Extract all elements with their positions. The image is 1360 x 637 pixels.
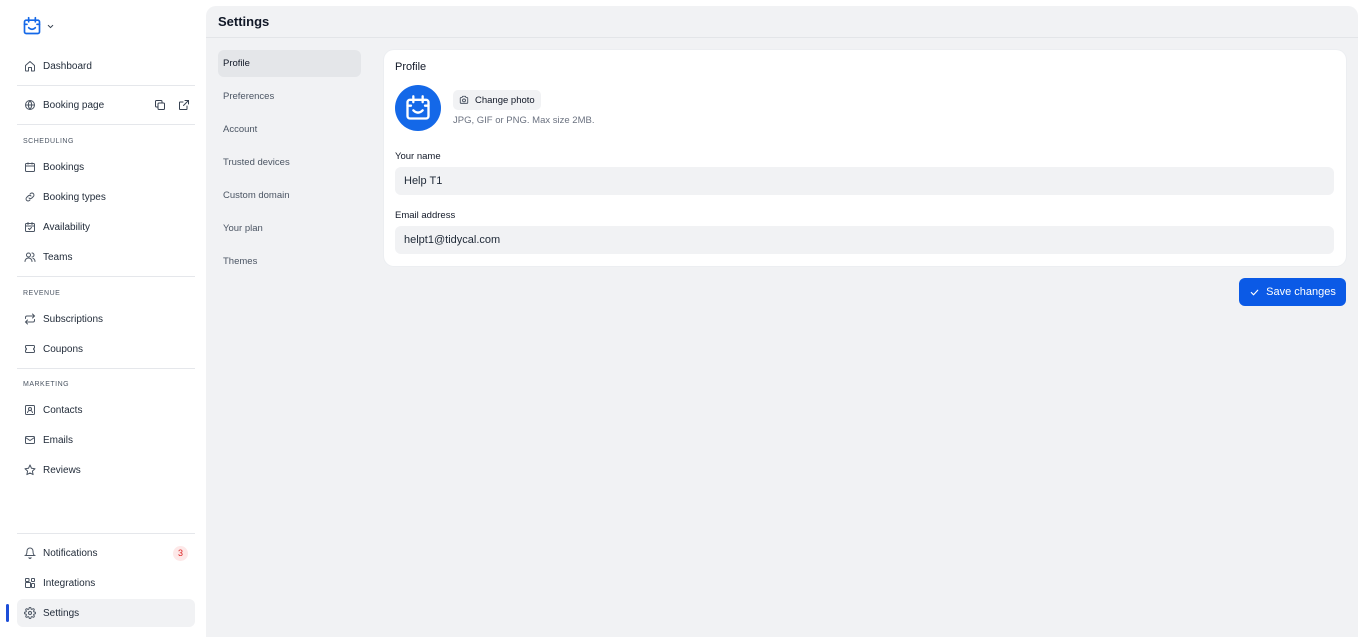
settings-tab-preferences[interactable]: Preferences: [218, 83, 361, 110]
main-panel: Settings Profile Preferences Account Tru…: [206, 6, 1358, 637]
divider: [17, 85, 195, 86]
settings-tab-custom-domain[interactable]: Custom domain: [218, 182, 361, 209]
sidebar-item-label: Contacts: [43, 404, 83, 416]
sidebar-item-integrations[interactable]: Integrations: [17, 569, 195, 597]
link-icon: [25, 192, 35, 202]
star-icon: [24, 464, 36, 476]
email-label: Email address: [395, 210, 456, 221]
gear-icon: [24, 607, 36, 619]
settings-nav: Profile Preferences Account Trusted devi…: [218, 50, 361, 281]
sidebar-item-notifications[interactable]: Notifications 3: [17, 539, 195, 567]
change-photo-label: Change photo: [475, 94, 535, 106]
photo-hint: JPG, GIF or PNG. Max size 2MB.: [453, 115, 595, 126]
external-link-icon[interactable]: [178, 99, 190, 111]
calendar-icon: [25, 162, 35, 172]
divider: [17, 124, 195, 125]
copy-icon[interactable]: [154, 99, 166, 111]
sidebar-item-label: Settings: [43, 607, 80, 619]
section-label-revenue: REVENUE: [23, 290, 61, 297]
sidebar-item-label: Coupons: [43, 343, 84, 355]
avatar: [395, 85, 441, 131]
sidebar-item-coupons[interactable]: Coupons: [17, 335, 195, 363]
sidebar: Dashboard Booking page SCHEDULING Bookin…: [0, 0, 206, 637]
home-icon: [25, 61, 35, 72]
sidebar-item-label: Emails: [43, 434, 74, 446]
sidebar-item-contacts[interactable]: Contacts: [17, 396, 195, 424]
settings-tab-your-plan[interactable]: Your plan: [218, 215, 361, 242]
notification-count-badge: 3: [173, 545, 188, 561]
calendar-check-icon: [406, 95, 430, 120]
save-changes-label: Save changes: [1266, 286, 1336, 298]
sidebar-item-settings[interactable]: Settings: [17, 599, 195, 627]
sidebar-item-label: Booking page: [43, 99, 105, 111]
chevron-down-icon: [46, 22, 55, 31]
settings-tab-account[interactable]: Account: [218, 116, 361, 143]
sidebar-item-reviews[interactable]: Reviews: [17, 456, 195, 484]
page-header: Settings: [206, 6, 1358, 38]
sidebar-item-bookings[interactable]: Bookings: [17, 153, 195, 181]
calendar-check-icon: [22, 16, 42, 36]
sidebar-item-booking-page[interactable]: Booking page: [17, 91, 195, 119]
sidebar-item-dashboard[interactable]: Dashboard: [17, 52, 195, 80]
mail-icon: [25, 436, 35, 444]
repeat-icon: [24, 313, 36, 325]
section-label-marketing: MARKETING: [23, 381, 70, 388]
settings-tab-themes[interactable]: Themes: [218, 248, 361, 275]
sidebar-item-label: Subscriptions: [43, 313, 104, 325]
ticket-icon: [25, 345, 35, 353]
sidebar-item-label: Booking types: [43, 191, 106, 203]
email-input[interactable]: [395, 226, 1334, 254]
sidebar-item-label: Notifications: [43, 547, 98, 559]
sidebar-item-label: Teams: [43, 251, 73, 263]
profile-card: Profile Change photo JPG, GIF or PNG. Ma…: [384, 50, 1346, 266]
save-changes-button[interactable]: Save changes: [1239, 278, 1346, 306]
sidebar-item-label: Availability: [43, 221, 91, 233]
users-icon: [24, 252, 36, 262]
workspace-switcher[interactable]: [22, 15, 55, 37]
sidebar-item-subscriptions[interactable]: Subscriptions: [17, 305, 195, 333]
divider: [17, 276, 195, 277]
globe-icon: [25, 100, 35, 110]
divider: [17, 368, 195, 369]
active-indicator: [6, 604, 9, 622]
calendar-check-icon: [25, 222, 35, 232]
puzzle-icon: [25, 578, 35, 588]
sidebar-item-emails[interactable]: Emails: [17, 426, 195, 454]
sidebar-item-label: Integrations: [43, 577, 96, 589]
profile-card-title: Profile: [395, 61, 427, 73]
camera-icon: [459, 95, 469, 104]
change-photo-button[interactable]: Change photo: [453, 90, 541, 110]
sidebar-item-label: Bookings: [43, 161, 85, 173]
settings-tab-profile[interactable]: Profile: [218, 50, 361, 77]
sidebar-item-teams[interactable]: Teams: [17, 243, 195, 271]
sidebar-item-availability[interactable]: Availability: [17, 213, 195, 241]
bell-icon: [24, 547, 36, 559]
sidebar-item-label: Dashboard: [43, 60, 92, 72]
divider: [17, 533, 195, 534]
page-title: Settings: [218, 14, 270, 29]
sidebar-item-booking-types[interactable]: Booking types: [17, 183, 195, 211]
contact-icon: [25, 405, 35, 415]
sidebar-item-label: Reviews: [43, 464, 81, 476]
check-icon: [1250, 289, 1259, 295]
section-label-scheduling: SCHEDULING: [23, 138, 74, 145]
settings-tab-trusted-devices[interactable]: Trusted devices: [218, 149, 361, 176]
name-label: Your name: [395, 151, 441, 162]
name-input[interactable]: [395, 167, 1334, 195]
